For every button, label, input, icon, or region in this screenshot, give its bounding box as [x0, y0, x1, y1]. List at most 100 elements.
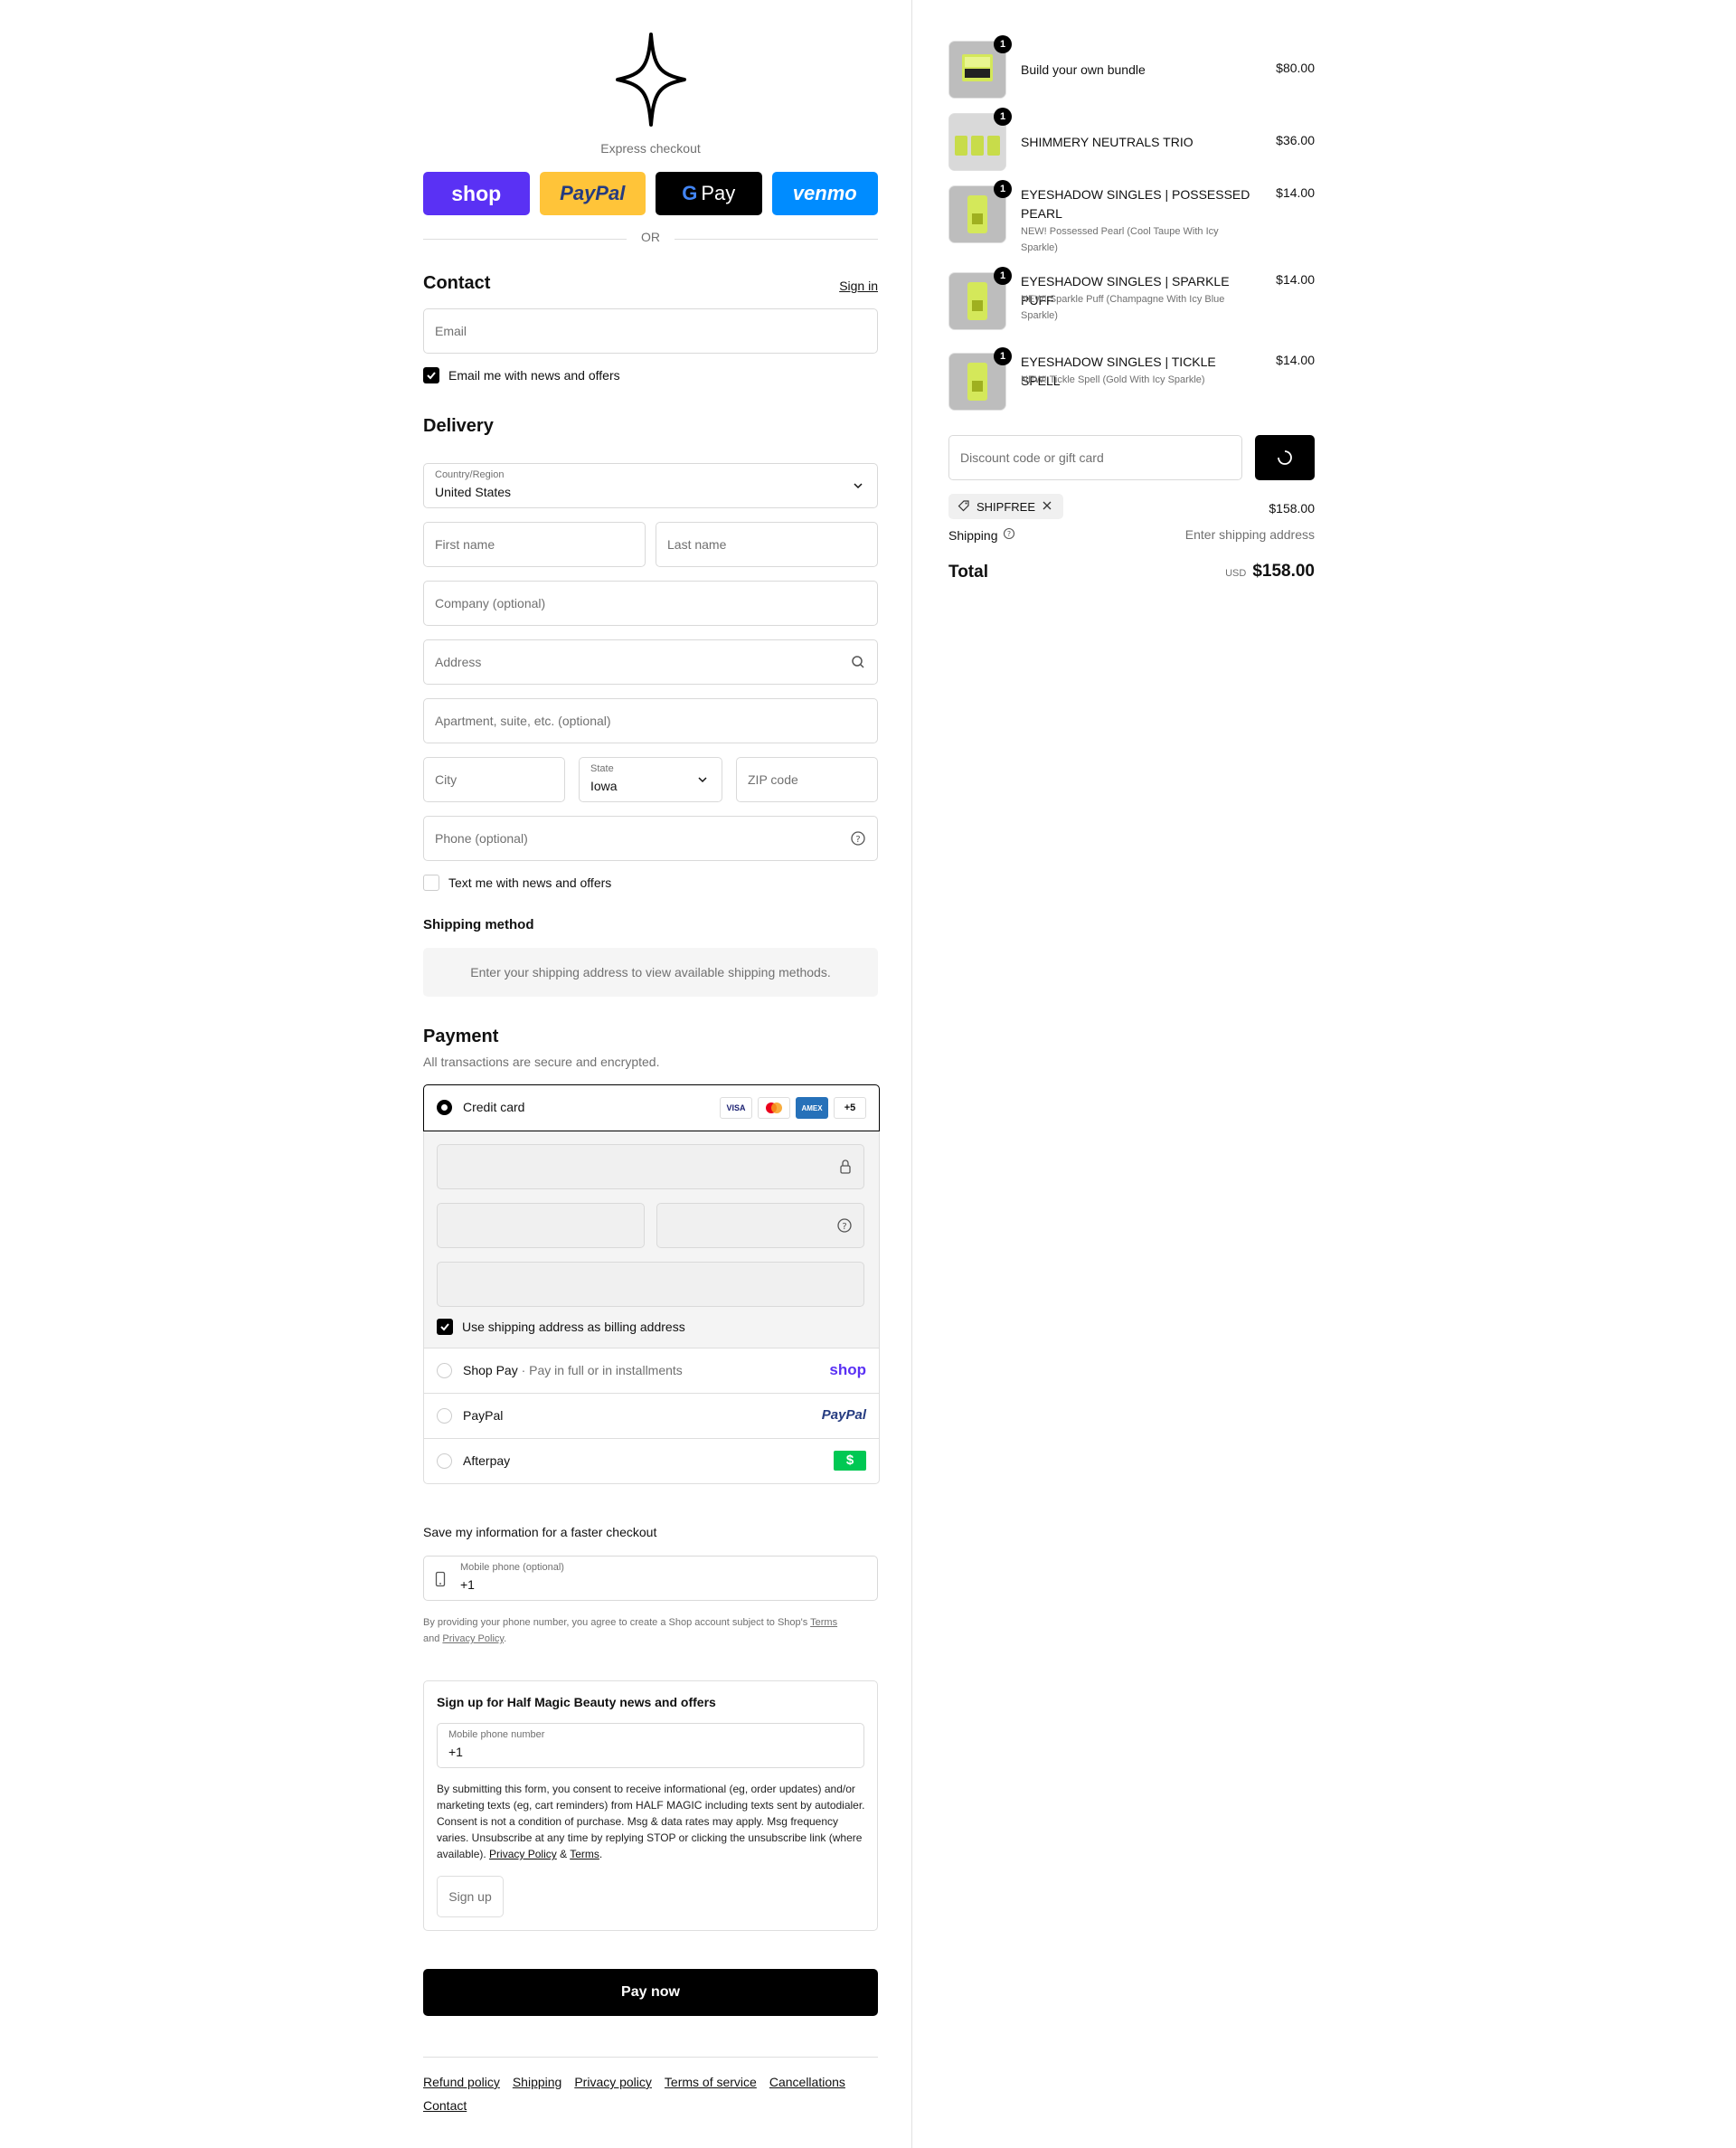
state-select[interactable]: State Iowa	[579, 757, 722, 802]
delivery-heading: Delivery	[423, 416, 494, 436]
terms-of-service-link[interactable]: Terms of service	[665, 2075, 757, 2089]
signup-terms-link[interactable]: Terms	[570, 1848, 599, 1860]
address-placeholder: Address	[435, 655, 482, 669]
address-field[interactable]: Address	[423, 639, 878, 685]
checked-box-icon	[423, 367, 439, 383]
quantity-badge: 1	[994, 180, 1012, 198]
zip-field[interactable]: ZIP code	[736, 757, 878, 802]
billing-address-label: Use shipping address as billing address	[462, 1320, 685, 1334]
signup-button[interactable]: Sign up	[437, 1876, 504, 1917]
cart-item: 1 EYESHADOW SINGLES | SPARKLE PUFF NEW! …	[948, 267, 1315, 345]
text-news-checkbox[interactable]: Text me with news and offers	[423, 875, 611, 891]
first-name-field[interactable]: First name	[423, 522, 646, 567]
shipping-label: Shipping	[948, 527, 998, 543]
shop-privacy-link[interactable]: Privacy Policy	[442, 1633, 504, 1644]
payment-option-credit-card[interactable]: Credit card VISA AMEX +5	[423, 1084, 880, 1131]
cart-item: 1 SHIMMERY NEUTRALS TRIO $36.00	[948, 108, 1315, 176]
shipping-row: Shipping ?	[948, 527, 1015, 543]
email-field[interactable]: Email	[423, 308, 878, 354]
help-icon[interactable]: ?	[836, 1217, 853, 1238]
shipping-method-heading: Shipping method	[423, 917, 534, 932]
quantity-badge: 1	[994, 35, 1012, 53]
name-on-card-field[interactable]	[437, 1262, 864, 1307]
shipping-method-message: Enter your shipping address to view avai…	[423, 948, 878, 997]
card-brands: VISA AMEX +5	[720, 1097, 866, 1119]
tag-icon	[958, 499, 970, 515]
contact-link[interactable]: Contact	[423, 2098, 467, 2113]
country-label: Country/Region	[435, 469, 505, 480]
google-g-icon: G	[682, 182, 698, 204]
phone-placeholder: Phone (optional)	[435, 831, 528, 846]
shop-terms-link[interactable]: Terms	[810, 1617, 837, 1628]
item-name: Build your own bundle	[1021, 62, 1146, 77]
svg-text:?: ?	[842, 1222, 846, 1232]
email-news-checkbox[interactable]: Email me with news and offers	[423, 367, 620, 383]
paypal-logo: PayPal	[821, 1407, 866, 1423]
signup-phone-label: Mobile phone number	[448, 1729, 545, 1740]
payment-option-shop-pay[interactable]: Shop Pay · Pay in full or in installment…	[424, 1348, 879, 1394]
credit-card-label: Credit card	[463, 1100, 525, 1114]
security-code-field[interactable]: ?	[656, 1203, 864, 1248]
mobile-phone-icon	[435, 1571, 446, 1592]
signup-phone-field[interactable]: Mobile phone number +1	[437, 1723, 864, 1768]
remove-discount-icon[interactable]	[1042, 500, 1052, 514]
expiration-field[interactable]	[437, 1203, 645, 1248]
amex-icon: AMEX	[796, 1097, 828, 1119]
total-value: $158.00	[1252, 562, 1315, 581]
brand-logo[interactable]	[423, 33, 878, 131]
item-price: $80.00	[1276, 61, 1315, 75]
quantity-badge: 1	[994, 267, 1012, 285]
shop-pay-text: Shop Pay · Pay in full or in installment…	[463, 1363, 683, 1377]
payment-option-paypal[interactable]: PayPal PayPal	[424, 1394, 879, 1439]
last-name-field[interactable]: Last name	[656, 522, 878, 567]
card-number-field[interactable]	[437, 1144, 864, 1189]
city-field[interactable]: City	[423, 757, 565, 802]
shipping-policy-link[interactable]: Shipping	[513, 2075, 562, 2089]
loading-spinner-icon	[1277, 449, 1293, 470]
billing-address-checkbox[interactable]: Use shipping address as billing address	[437, 1319, 685, 1335]
save-info-phone-value: +1	[460, 1577, 475, 1592]
footer-links: Refund policy Shipping Privacy policy Terms…	[423, 2057, 878, 2117]
paypal-express-button[interactable]: PayPal	[539, 172, 646, 215]
signup-privacy-link[interactable]: Privacy Policy	[489, 1848, 557, 1860]
apartment-placeholder: Apartment, suite, etc. (optional)	[435, 714, 611, 728]
zip-placeholder: ZIP code	[748, 772, 798, 787]
refund-policy-link[interactable]: Refund policy	[423, 2075, 500, 2089]
checkout-form-column: Express checkout shop PayPal G Pay venmo…	[423, 0, 880, 2148]
google-pay-express-button[interactable]: G Pay	[656, 172, 762, 215]
cancellations-link[interactable]: Cancellations	[769, 2075, 845, 2089]
lock-icon	[838, 1159, 853, 1179]
apartment-field[interactable]: Apartment, suite, etc. (optional)	[423, 698, 878, 743]
save-info-legal: By providing your phone number, you agre…	[423, 1614, 878, 1647]
gpay-label: Pay	[701, 182, 736, 204]
shop-pay-logo: shop	[829, 1361, 866, 1378]
item-name: EYESHADOW SINGLES | POSSESSED PEARL	[1021, 187, 1250, 221]
privacy-policy-link[interactable]: Privacy policy	[574, 2075, 652, 2089]
item-price: $14.00	[1276, 353, 1315, 367]
quantity-badge: 1	[994, 347, 1012, 365]
pay-now-button[interactable]: Pay now	[423, 1969, 878, 2016]
help-icon[interactable]: ?	[1003, 527, 1015, 543]
venmo-express-button[interactable]: venmo	[771, 172, 878, 215]
sign-in-link[interactable]: Sign in	[839, 279, 878, 293]
visa-icon: VISA	[720, 1097, 752, 1119]
phone-field[interactable]: Phone (optional) ?	[423, 816, 878, 861]
radio-unselected-icon	[437, 1453, 452, 1469]
newsletter-signup-card: Sign up for Half Magic Beauty news and o…	[423, 1680, 878, 1931]
company-field[interactable]: Company (optional)	[423, 581, 878, 626]
city-placeholder: City	[435, 772, 458, 787]
apply-discount-button[interactable]	[1255, 435, 1315, 480]
item-price: $14.00	[1276, 185, 1315, 200]
last-name-placeholder: Last name	[667, 537, 727, 552]
payment-subtitle: All transactions are secure and encrypte…	[423, 1055, 660, 1069]
quantity-badge: 1	[994, 108, 1012, 126]
cart-item: 1 EYESHADOW SINGLES | TICKLE SPELL NEW! …	[948, 347, 1315, 416]
save-info-phone-field[interactable]: Mobile phone (optional) +1	[423, 1556, 878, 1601]
help-icon[interactable]: ?	[850, 830, 866, 847]
shop-pay-express-button[interactable]: shop	[423, 172, 530, 215]
discount-code: SHIPFREE	[976, 499, 1036, 514]
discount-code-field[interactable]: Discount code or gift card	[948, 435, 1242, 480]
country-select[interactable]: Country/Region United States	[423, 463, 878, 508]
paypal-label: PayPal	[463, 1408, 504, 1423]
payment-option-afterpay[interactable]: Afterpay $	[424, 1439, 879, 1483]
